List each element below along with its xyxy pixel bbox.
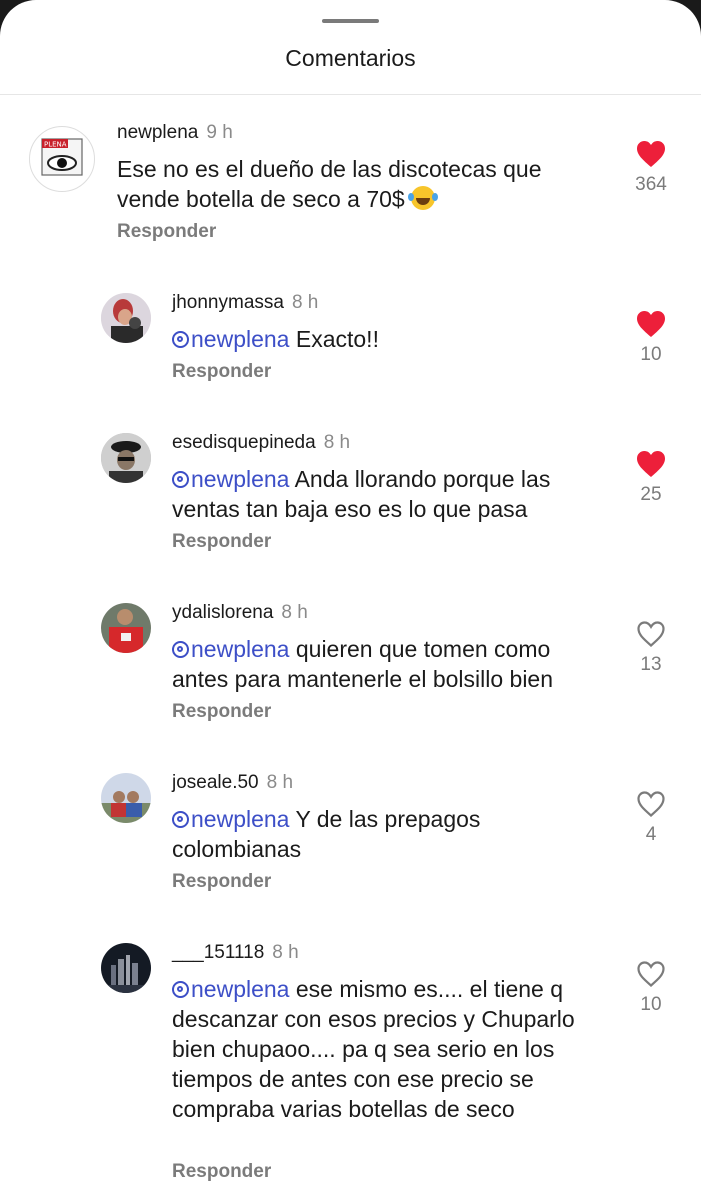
- like-button[interactable]: 25: [621, 450, 681, 506]
- timestamp: 8 h: [266, 772, 294, 793]
- comment-text: newplena quieren que tomen como antes pa…: [172, 636, 554, 692]
- heart-outline-icon: [637, 791, 665, 817]
- tears-of-joy-emoji: [408, 186, 436, 210]
- avatar[interactable]: [101, 293, 151, 343]
- like-button[interactable]: 364: [621, 140, 681, 196]
- at-icon: [172, 471, 189, 488]
- username[interactable]: esedisquepineda: [172, 432, 316, 453]
- mention-link[interactable]: newplena: [172, 806, 289, 832]
- heart-outline-icon: [637, 621, 665, 647]
- like-count: 364: [635, 174, 667, 195]
- comment-text: newplena Y de las prepagos colombianas: [172, 806, 481, 862]
- heart-outline-icon: [637, 961, 665, 987]
- like-count: 10: [640, 344, 662, 365]
- like-button[interactable]: 4: [621, 790, 681, 846]
- heart-filled-icon: [637, 451, 665, 477]
- at-icon: [172, 331, 189, 348]
- like-count: 4: [645, 824, 657, 845]
- avatar[interactable]: [101, 943, 151, 993]
- timestamp: 8 h: [323, 432, 351, 453]
- like-button[interactable]: 13: [621, 620, 681, 676]
- reply-button[interactable]: Responder: [172, 531, 271, 553]
- like-count: 10: [640, 994, 662, 1015]
- comment-text: newplena ese mismo es.... el tiene q des…: [172, 976, 575, 1122]
- avatar[interactable]: [101, 773, 151, 823]
- comment-text: Ese no es el dueño de las discotecas que…: [117, 156, 542, 212]
- mention-link[interactable]: newplena: [172, 326, 289, 352]
- timestamp: 9 h: [206, 122, 233, 143]
- header-divider: [0, 94, 701, 95]
- avatar[interactable]: PLENA: [29, 126, 95, 192]
- username[interactable]: newplena: [117, 122, 198, 143]
- at-icon: [172, 981, 189, 998]
- like-count: 13: [640, 654, 662, 675]
- mention-link[interactable]: newplena: [172, 466, 289, 492]
- timestamp: 8 h: [272, 942, 299, 963]
- reply-button[interactable]: Responder: [172, 361, 271, 383]
- username[interactable]: joseale.50: [172, 772, 259, 793]
- avatar[interactable]: [101, 603, 151, 653]
- svg-text:PLENA: PLENA: [44, 141, 67, 149]
- username[interactable]: ydalislorena: [172, 602, 273, 623]
- heart-filled-icon: [637, 311, 665, 337]
- comments-sheet: Comentarios PLENA newplena 9 h Ese no es …: [0, 0, 701, 1200]
- reply-button[interactable]: Responder: [117, 221, 216, 243]
- username[interactable]: jhonnymassa: [172, 292, 284, 313]
- sheet-title: Comentarios: [285, 45, 416, 71]
- at-icon: [172, 641, 189, 658]
- drag-handle[interactable]: [322, 19, 379, 23]
- avatar[interactable]: [101, 433, 151, 483]
- username[interactable]: ___151118: [172, 942, 264, 963]
- like-count: 25: [640, 484, 662, 505]
- like-button[interactable]: 10: [621, 960, 681, 1016]
- comment-text: newplena Anda llorando porque las ventas…: [172, 466, 551, 522]
- timestamp: 8 h: [281, 602, 308, 623]
- reply-button[interactable]: Responder: [172, 1161, 271, 1183]
- like-button[interactable]: 10: [621, 310, 681, 366]
- mention-link[interactable]: newplena: [172, 976, 289, 1002]
- timestamp: 8 h: [291, 292, 319, 313]
- reply-button[interactable]: Responder: [172, 871, 271, 893]
- reply-button[interactable]: Responder: [172, 701, 271, 723]
- heart-filled-icon: [637, 141, 665, 167]
- at-icon: [172, 811, 189, 828]
- comment-text: newplena Exacto!!: [172, 324, 612, 354]
- mention-link[interactable]: newplena: [172, 636, 289, 662]
